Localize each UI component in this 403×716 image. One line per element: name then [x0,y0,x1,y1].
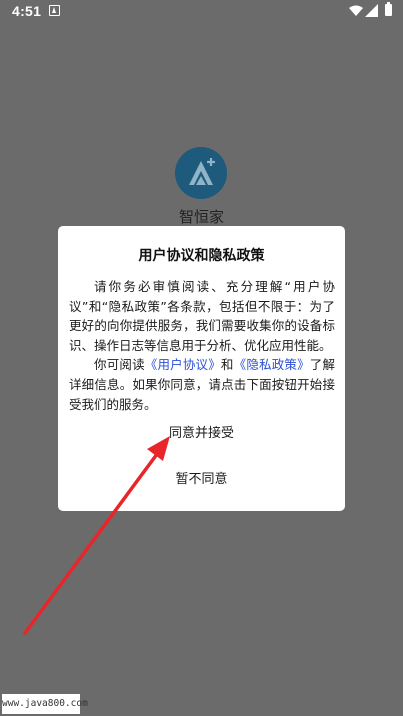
dialog-title: 用户协议和隐私政策 [138,248,265,264]
para2-and: 和 [220,357,234,373]
dialog-body: 请你务必审慎阅读、充分理解“用户协议”和“隐私政策”各条款，包括但不限于：为了更… [69,277,335,414]
app-logo [175,147,227,199]
app-name: 智恒家 [178,208,224,226]
status-time: 4:51 [12,3,42,19]
para2-prefix: 你可阅读 [94,357,145,373]
dialog-paragraph-1: 请你务必审慎阅读、充分理解“用户协议”和“隐私政策”各条款，包括但不限于：为了更… [69,279,335,353]
watermark: www.java800.com [2,694,88,714]
dialog-paragraph-2: 你可阅读《用户协议》和《隐私政策》了解详细信息。如果你同意，请点击下面按钮开始接… [69,355,335,414]
battery-icon [385,2,392,16]
accept-button[interactable]: 同意并接受 [118,421,285,447]
wifi-icon [349,5,363,16]
user-agreement-link[interactable]: 《用户协议》 [145,357,221,372]
signal-icon [365,4,378,17]
privacy-policy-link[interactable]: 《隐私政策》 [234,357,310,372]
status-bar: 4:51 [0,0,403,24]
privacy-dialog: 用户协议和隐私政策 请你务必审慎阅读、充分理解“用户协议”和“隐私政策”各条款，… [58,226,345,511]
notification-icon [49,5,60,16]
decline-button[interactable]: 暂不同意 [118,467,285,493]
app-logo-icon [189,158,215,185]
